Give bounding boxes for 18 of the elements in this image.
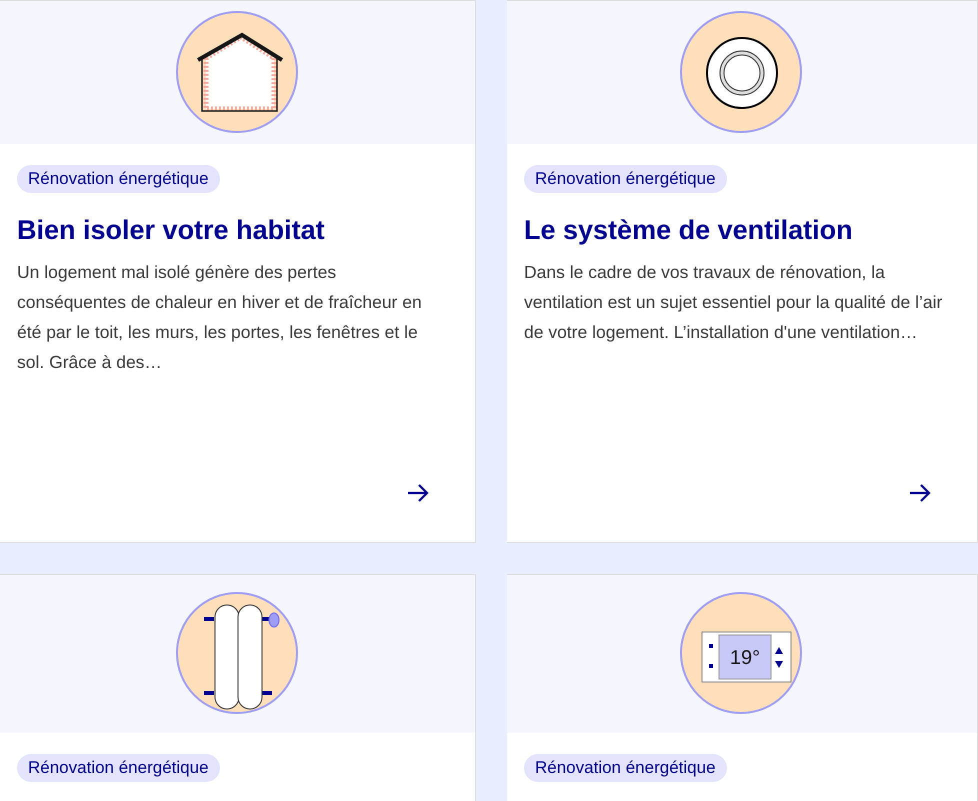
- card-title: Le système de ventilation: [524, 214, 854, 247]
- article-card[interactable]: 19° Rénovation énergétique: [507, 574, 978, 801]
- arrow-right-icon[interactable]: [407, 483, 429, 503]
- arrow-right-icon[interactable]: [909, 483, 931, 503]
- article-card[interactable]: Rénovation énergétique: [0, 574, 476, 801]
- category-badge: Rénovation énergétique: [17, 165, 220, 193]
- vent-icon: [680, 10, 804, 134]
- card-description: Dans le cadre de vos travaux de rénovation, la ventilation est un sujet essentiel pour la qualité de l’air de votre logement. L’installation d'une ventilation…: [524, 261, 944, 344]
- article-card[interactable]: [507, 0, 978, 543]
- category-badge: Rénovation énergétique: [17, 754, 220, 782]
- radiator-icon: [176, 592, 300, 716]
- category-badge: Rénovation énergétique: [524, 754, 727, 782]
- card-description: Un logement mal isolé génère des pertes conséquentes de chaleur en hiver et de fraîcheur en été par le toit, les murs, les portes, les fenêtres et le sol. Grâce à des…: [17, 261, 423, 374]
- article-card[interactable]: [0, 0, 476, 543]
- thermostat-icon: 19°: [680, 592, 804, 716]
- category-badge: Rénovation énergétique: [524, 165, 727, 193]
- house-icon: [176, 10, 300, 134]
- card-title: Bien isoler votre habitat: [17, 214, 326, 247]
